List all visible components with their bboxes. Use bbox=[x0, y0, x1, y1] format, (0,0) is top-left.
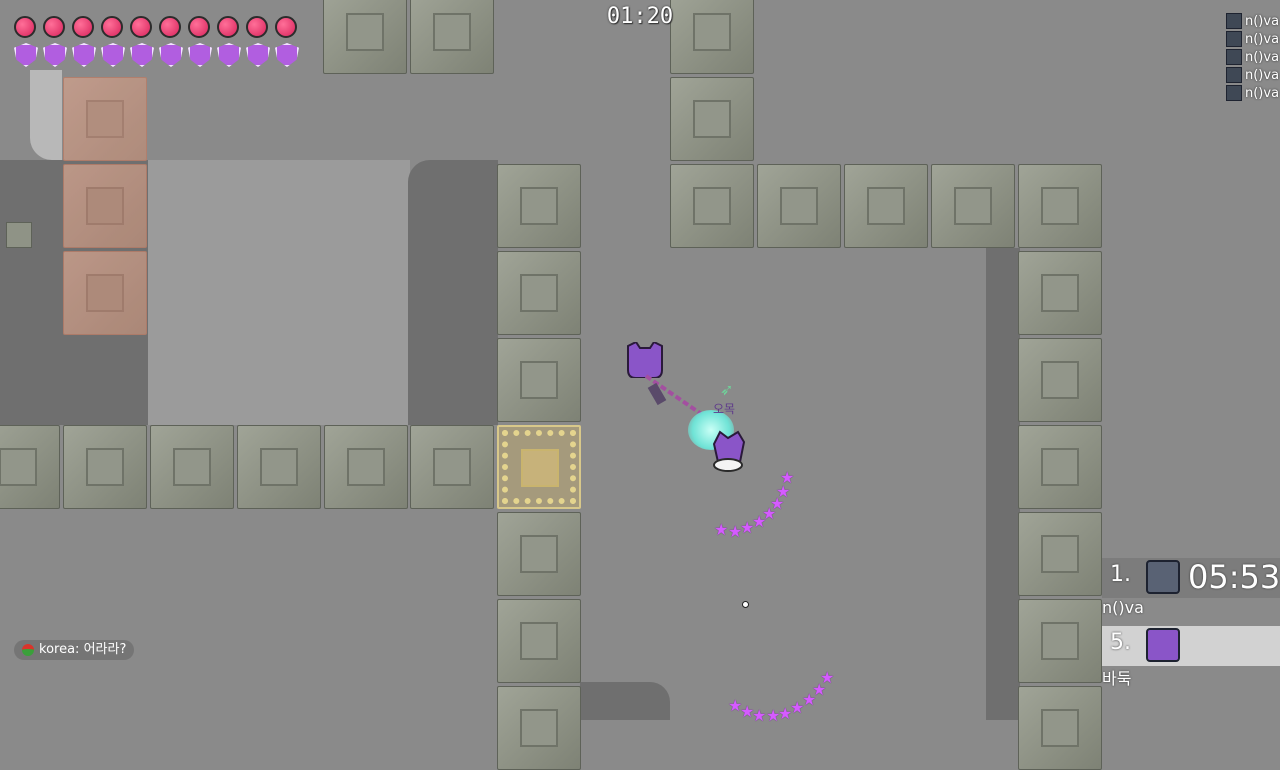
killfeed-entry: n()va bbox=[1226, 12, 1280, 30]
wall-tile bbox=[237, 425, 321, 509]
rank-player-name: n()va bbox=[1102, 598, 1144, 617]
chat-author: korea bbox=[39, 642, 76, 657]
lava-tile bbox=[63, 164, 147, 248]
purple-cat-icon bbox=[712, 430, 746, 472]
chat-message: korea: 어라라? bbox=[14, 640, 135, 660]
wall-tile bbox=[1018, 338, 1102, 422]
lava-tile bbox=[63, 77, 147, 161]
wall-tile bbox=[497, 512, 581, 596]
star-icon: ★ bbox=[728, 522, 743, 541]
wall-tile bbox=[497, 686, 581, 770]
bottom-floor-shadow bbox=[580, 682, 670, 720]
shield-icon bbox=[217, 43, 241, 67]
shield-bar bbox=[14, 43, 314, 69]
dark-corridor-shadow bbox=[408, 160, 498, 425]
wall-tile bbox=[63, 425, 147, 509]
wall-tile bbox=[0, 425, 60, 509]
killfeed-entry: n()va bbox=[1226, 48, 1280, 66]
shield-icon bbox=[246, 43, 270, 67]
star-icon: ★ bbox=[766, 706, 781, 725]
wall-tile bbox=[670, 164, 754, 248]
chat-text: 어라라? bbox=[83, 642, 127, 657]
cat-avatar-icon bbox=[1226, 49, 1242, 65]
shield-icon bbox=[43, 43, 67, 67]
rank-number: 5. bbox=[1110, 630, 1131, 655]
wall-tile bbox=[757, 164, 841, 248]
cat-avatar-icon bbox=[1226, 13, 1242, 29]
wall-tile bbox=[1018, 599, 1102, 683]
leaderboard-entry-5: 5. bbox=[1102, 626, 1280, 666]
wall-tile bbox=[410, 425, 494, 509]
star-icon: ★ bbox=[728, 696, 743, 715]
rank-time: 05:53 bbox=[1188, 558, 1280, 596]
player-overhead-label: 오목 bbox=[713, 402, 736, 416]
shield-icon bbox=[14, 43, 38, 67]
wall-tile bbox=[497, 338, 581, 422]
small-wall-block bbox=[6, 222, 32, 248]
dark-floor-right bbox=[986, 248, 1020, 720]
star-icon: ★ bbox=[714, 520, 729, 539]
light-floor-stripe bbox=[30, 70, 62, 160]
wall-tile bbox=[931, 164, 1015, 248]
cat-avatar-icon bbox=[1226, 67, 1242, 83]
shield-icon bbox=[72, 43, 96, 67]
killfeed-entry: n()va bbox=[1226, 30, 1280, 48]
wall-tile bbox=[1018, 686, 1102, 770]
main-cat-player bbox=[710, 428, 748, 472]
shield-icon bbox=[130, 43, 154, 67]
wall-tile bbox=[1018, 512, 1102, 596]
wall-tile bbox=[497, 599, 581, 683]
shield-icon bbox=[188, 43, 212, 67]
korea-flag-icon bbox=[22, 644, 34, 656]
killfeed-entry: n()va bbox=[1226, 84, 1280, 102]
wall-tile bbox=[1018, 425, 1102, 509]
cat-avatar-icon bbox=[1226, 85, 1242, 101]
cat-avatar-icon bbox=[1226, 31, 1242, 47]
wall-tile bbox=[497, 164, 581, 248]
wall-tile bbox=[150, 425, 234, 509]
shield-icon bbox=[159, 43, 183, 67]
wall-tile bbox=[324, 425, 408, 509]
wall-tile bbox=[670, 77, 754, 161]
aim-cursor bbox=[742, 601, 749, 608]
rank-number: 1. bbox=[1110, 562, 1131, 587]
match-timer: 01:20 bbox=[606, 4, 674, 29]
wall-tile bbox=[1018, 251, 1102, 335]
cat-avatar-icon bbox=[1146, 560, 1180, 594]
wall-tile bbox=[497, 251, 581, 335]
leaderboard-entry-1: 1. 05:53 bbox=[1102, 558, 1280, 598]
wall-tile bbox=[1018, 164, 1102, 248]
shield-icon bbox=[101, 43, 125, 67]
killfeed: n()va n()va n()va n()va n()va bbox=[1226, 12, 1280, 102]
shield-icon bbox=[275, 43, 299, 67]
cat-avatar-icon bbox=[1146, 628, 1180, 662]
light-floor-left bbox=[148, 160, 410, 425]
wall-tile bbox=[844, 164, 928, 248]
lava-tile bbox=[63, 251, 147, 335]
gold-checkpoint-tile bbox=[497, 425, 581, 509]
arrow-icon: ➶ bbox=[720, 380, 734, 399]
rank-player-name: 바둑 bbox=[1102, 669, 1132, 688]
killfeed-entry: n()va bbox=[1226, 66, 1280, 84]
